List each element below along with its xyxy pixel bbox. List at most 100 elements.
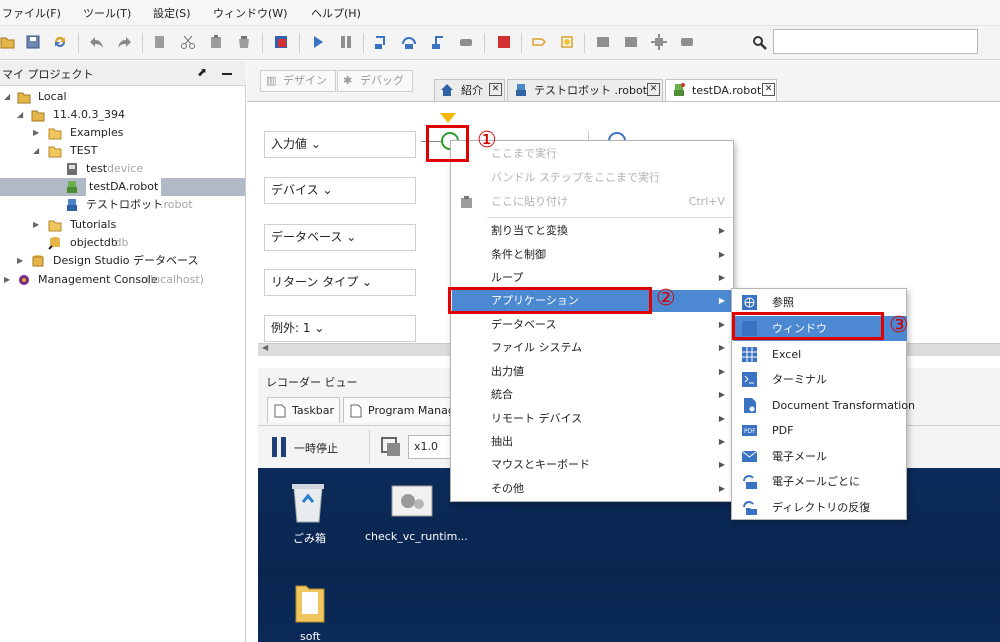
- globe-icon: [742, 295, 757, 310]
- folder-file-icon[interactable]: [294, 580, 326, 624]
- grid2-icon[interactable]: [623, 34, 639, 50]
- design-mode-button[interactable]: ▥ デザイン: [260, 70, 336, 92]
- input-value-field[interactable]: 入力値 ⌄: [264, 131, 416, 158]
- paste-special-icon[interactable]: [236, 34, 252, 50]
- play-icon[interactable]: [310, 34, 326, 50]
- menu-file[interactable]: ファイル(F): [2, 5, 61, 21]
- robot-icon: [674, 83, 685, 96]
- pdf-icon: PDF: [742, 425, 757, 436]
- step-into-icon[interactable]: [373, 34, 389, 50]
- tree-item-version[interactable]: ◢ 11.4.0.3_394: [0, 106, 245, 124]
- minimize-icon[interactable]: [222, 73, 232, 75]
- tree-item-test-robot-jp[interactable]: テストロボット .robot: [0, 196, 245, 214]
- directory-loop-icon: [743, 501, 757, 515]
- grid-icon[interactable]: [595, 34, 611, 50]
- installer-icon[interactable]: [390, 484, 434, 518]
- submenu-item-email[interactable]: 電子メール: [733, 444, 907, 469]
- open-folder-icon[interactable]: [0, 34, 16, 50]
- recorder-title: レコーダー ビュー: [266, 376, 358, 389]
- tree-item-examples[interactable]: ▶ Examples: [0, 124, 245, 142]
- move-icon[interactable]: [651, 34, 667, 50]
- tab-testda-robot[interactable]: testDA.robot ✕: [665, 79, 777, 101]
- debug-icon[interactable]: [273, 34, 289, 50]
- redo-icon[interactable]: [116, 34, 132, 50]
- menu-settings[interactable]: 設定(S): [153, 5, 191, 21]
- submenu-item-for-each-email[interactable]: 電子メールごとに: [733, 469, 907, 494]
- menu-item-file-system[interactable]: ファイル システム ▶: [452, 337, 734, 359]
- menu-help[interactable]: ヘルプ(H): [311, 5, 361, 21]
- tree-item-objectdb[interactable]: objectdb .db: [0, 234, 245, 252]
- design-icon: ▥: [266, 74, 277, 87]
- run-to-icon[interactable]: [458, 34, 474, 50]
- menu-item-database[interactable]: データベース ▶: [452, 314, 734, 336]
- tree-item-test-device[interactable]: test device: [0, 160, 245, 178]
- search-input[interactable]: [773, 29, 978, 54]
- menu-item-run-bundle-to-here: バンドル ステップをここまで実行: [491, 171, 661, 184]
- tree-item-management-console[interactable]: ▶ Management Console (localhost): [0, 271, 245, 289]
- menu-item-remote-device[interactable]: リモート デバイス ▶: [452, 408, 734, 430]
- step-over-icon[interactable]: [401, 34, 417, 50]
- search-icon: [753, 36, 767, 50]
- plugin-icon[interactable]: [679, 34, 695, 50]
- tree-item-design-studio-db[interactable]: ▶ Design Studio データベース: [0, 252, 245, 270]
- tree-item-local[interactable]: ◢ Local: [0, 88, 245, 106]
- bug-icon: ✱: [343, 74, 353, 87]
- menu-item-integration[interactable]: 統合 ▶: [452, 384, 734, 406]
- close-icon[interactable]: ✕: [489, 83, 502, 96]
- exception-field[interactable]: 例外: 1 ⌄: [264, 315, 416, 342]
- replay-icon[interactable]: [380, 436, 402, 458]
- debug-mode-button[interactable]: ✱ デバッグ: [337, 70, 413, 92]
- submenu-item-terminal[interactable]: ターミナル: [733, 367, 907, 392]
- tab-intro[interactable]: 紹介 ✕: [434, 79, 505, 101]
- tab-program-manager[interactable]: Program Manager: [343, 397, 451, 423]
- save-all-icon[interactable]: [25, 34, 41, 50]
- menu-item-assign-convert[interactable]: 割り当てと変換 ▶: [452, 220, 734, 242]
- database-field[interactable]: データベース ⌄: [264, 224, 416, 251]
- breakpoint-icon[interactable]: [531, 34, 547, 50]
- recycle-bin-icon[interactable]: [288, 480, 328, 524]
- email-loop-icon: [743, 475, 757, 489]
- menubar: ファイル(F) ツール(T) 設定(S) ウィンドウ(W) ヘルプ(H): [0, 0, 1000, 26]
- paste-icon[interactable]: [208, 34, 224, 50]
- step-out-icon[interactable]: [430, 34, 446, 50]
- copy-icon[interactable]: [152, 34, 168, 50]
- tree-item-tutorials[interactable]: ▶ Tutorials: [0, 216, 245, 234]
- submenu-item-pdf[interactable]: PDF PDF: [733, 418, 907, 443]
- submenu-item-excel[interactable]: Excel: [733, 342, 907, 367]
- tree-item-testda-robot[interactable]: testDA.robot: [0, 178, 245, 196]
- tree-item-test[interactable]: ◢ TEST: [0, 142, 245, 160]
- tab-taskbar[interactable]: Taskbar: [267, 397, 340, 423]
- menu-item-conditions-control[interactable]: 条件と制御 ▶: [452, 244, 734, 266]
- project-panel: マイ プロジェクト ⬈ ◢ Local ◢ 11.4.0.3_394 ▶ Exa…: [0, 61, 246, 642]
- undo-icon[interactable]: [89, 34, 105, 50]
- close-icon[interactable]: ✕: [762, 83, 775, 96]
- pause-icon: [272, 437, 277, 457]
- refresh-icon[interactable]: [52, 34, 68, 50]
- submenu-item-document-transformation[interactable]: Document Transformation: [733, 393, 915, 418]
- menu-window[interactable]: ウィンドウ(W): [213, 5, 287, 21]
- return-type-field[interactable]: リターン タイプ ⌄: [264, 269, 416, 296]
- pause-icon[interactable]: [338, 34, 354, 50]
- annotation-box-2: [448, 287, 652, 314]
- menu-item-mouse-keyboard[interactable]: マウスとキーボード ▶: [452, 454, 734, 476]
- cut-icon[interactable]: [180, 34, 196, 50]
- close-icon[interactable]: ✕: [647, 83, 660, 96]
- speed-input[interactable]: x1.0: [408, 435, 452, 459]
- folder-open-icon: [48, 146, 62, 158]
- submenu-item-directory-loop[interactable]: ディレクトリの反復: [733, 495, 907, 520]
- device-field[interactable]: デバイス ⌄: [264, 177, 416, 204]
- bulb-icon[interactable]: [559, 34, 575, 50]
- pause-button[interactable]: 一時停止: [270, 435, 350, 459]
- menu-item-extract[interactable]: 抽出 ▶: [452, 431, 734, 453]
- annotation-step-2: ②: [656, 286, 676, 311]
- menu-item-other[interactable]: その他 ▶: [452, 478, 734, 500]
- menu-tools[interactable]: ツール(T): [83, 5, 131, 21]
- server-folder-icon: [17, 92, 31, 104]
- menu-item-loop[interactable]: ループ ▶: [452, 267, 734, 289]
- menu-item-output-value[interactable]: 出力値 ▶: [452, 361, 734, 383]
- maximize-icon[interactable]: ⬈: [197, 65, 207, 79]
- stop-icon[interactable]: [496, 34, 512, 50]
- project-folder-icon: [31, 110, 45, 122]
- tab-test-robot-jp[interactable]: テストロボット .robot ✕: [507, 79, 663, 101]
- folder-icon: [48, 220, 62, 232]
